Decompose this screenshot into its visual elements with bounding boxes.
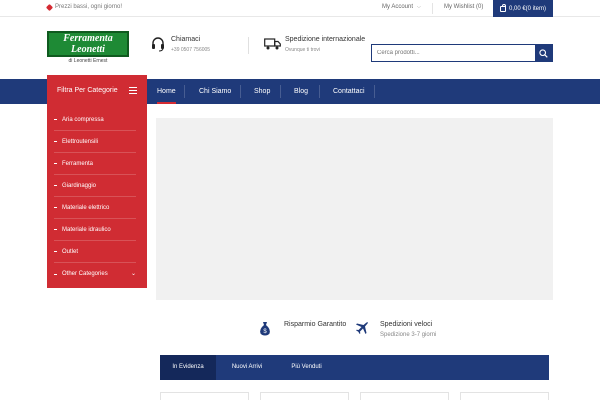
logo-subtitle: di Leonetti Ernest <box>68 58 108 64</box>
category-label: Aria compressa <box>62 116 104 123</box>
logo-line-2: Leonetti <box>71 44 105 55</box>
category-label: Materiale idraulico <box>62 226 111 233</box>
wishlist-link[interactable]: My Wishlist (0) <box>444 4 483 10</box>
contact-title: Chiamaci <box>171 36 201 43</box>
dash-icon <box>54 251 57 252</box>
category-item[interactable]: Materiale elettrico <box>54 197 136 219</box>
shipping-subtitle: Ovunque ti trovi <box>285 47 321 53</box>
my-account-label: My Account <box>382 4 414 10</box>
shopping-bag-icon <box>499 3 506 12</box>
truck-icon <box>264 38 281 50</box>
category-label: Materiale elettrico <box>62 204 110 211</box>
nav-divider <box>280 85 281 98</box>
category-item[interactable]: Outlet <box>54 241 136 263</box>
nav-divider <box>374 85 375 98</box>
product-grid <box>160 392 549 400</box>
promo-label: Prezzi bassi, ogni giorno! <box>55 4 123 10</box>
feature-title: Spedizioni veloci <box>380 321 433 328</box>
search-icon <box>539 48 548 58</box>
nav-item-shop[interactable]: Shop <box>254 79 270 104</box>
product-card[interactable] <box>260 392 349 400</box>
tab-nuovi-arrivi[interactable]: Nuovi Arrivi <box>220 355 274 380</box>
cart-label: 0,00 €(0 item) <box>508 5 547 12</box>
dash-icon <box>54 119 57 120</box>
cart-button[interactable]: 0,00 €(0 item) <box>493 0 553 17</box>
nav-divider <box>184 85 185 98</box>
dash-icon <box>54 163 57 164</box>
product-card[interactable] <box>160 392 249 400</box>
logo[interactable]: Ferramenta Leonetti <box>47 31 129 57</box>
divider <box>248 37 249 54</box>
dash-icon <box>54 185 57 186</box>
nav-item-blog[interactable]: Blog <box>294 79 308 104</box>
category-item[interactable]: Giardinaggio <box>54 175 136 197</box>
category-label: Giardinaggio <box>62 182 97 189</box>
category-item[interactable]: Elettroutensili <box>54 131 136 153</box>
chevron-down-icon: ⌄ <box>130 271 136 277</box>
search-bar <box>371 44 553 62</box>
page: Prezzi bassi, ogni giorno! My Account ⌵ … <box>0 0 600 400</box>
my-account-menu[interactable]: My Account ⌵ <box>382 4 421 10</box>
product-card[interactable] <box>460 392 549 400</box>
nav-item-chi-siamo[interactable]: Chi Siamo <box>199 79 231 104</box>
money-bag-icon: $ <box>260 322 270 336</box>
category-item[interactable]: Materiale idraulico <box>54 219 136 241</box>
category-item-other[interactable]: Other Categories ⌄ <box>54 263 136 285</box>
category-label: Outlet <box>62 248 79 255</box>
product-card[interactable] <box>360 392 449 400</box>
tag-icon <box>45 3 54 11</box>
promo-text: Prezzi bassi, ogni giorno! <box>45 3 123 11</box>
dash-icon <box>54 141 57 142</box>
airplane-icon <box>356 322 368 334</box>
tab-in-evidenza[interactable]: In Evidenza <box>160 355 216 380</box>
product-tabs: In Evidenza Nuovi Arrivi Più Venduti <box>160 355 549 380</box>
headset-icon <box>152 37 164 52</box>
shipping-title: Spedizione internazionale <box>285 36 366 43</box>
nav-item-home[interactable]: Home <box>157 79 176 104</box>
category-item[interactable]: Aria compressa <box>54 109 136 131</box>
feature-title: Risparmio Garantito <box>284 321 347 328</box>
category-list: Aria compressa Elettroutensili Ferrament… <box>47 107 147 288</box>
category-label: Elettroutensili <box>62 138 99 145</box>
tab-piu-venduti[interactable]: Più Venduti <box>279 355 334 380</box>
nav-item-contattaci[interactable]: Contattaci <box>333 79 365 104</box>
dash-icon <box>54 207 57 208</box>
dash-icon <box>54 273 57 275</box>
hero-banner[interactable] <box>156 118 553 300</box>
category-filter-title: Filtra Per Categorie <box>57 87 118 94</box>
menu-icon <box>129 87 137 94</box>
logo-line-1: Ferramenta <box>63 33 113 44</box>
search-input[interactable] <box>372 45 535 61</box>
chevron-down-icon: ⌵ <box>417 4 421 10</box>
category-label: Other Categories <box>62 271 108 277</box>
category-label: Ferramenta <box>62 160 94 167</box>
nav-divider <box>240 85 241 98</box>
search-button[interactable] <box>535 45 552 61</box>
feature-subtitle: Spedizione 3-7 giorni <box>380 332 437 338</box>
contact-phone: +39 0507 756005 <box>171 47 211 53</box>
nav-divider <box>319 85 320 98</box>
category-item[interactable]: Ferramenta <box>54 153 136 175</box>
top-bar: Prezzi bassi, ogni giorno! My Account ⌵ … <box>0 0 600 17</box>
divider <box>432 3 433 14</box>
dash-icon <box>54 229 57 230</box>
category-filter-header[interactable]: Filtra Per Categorie <box>47 75 147 107</box>
